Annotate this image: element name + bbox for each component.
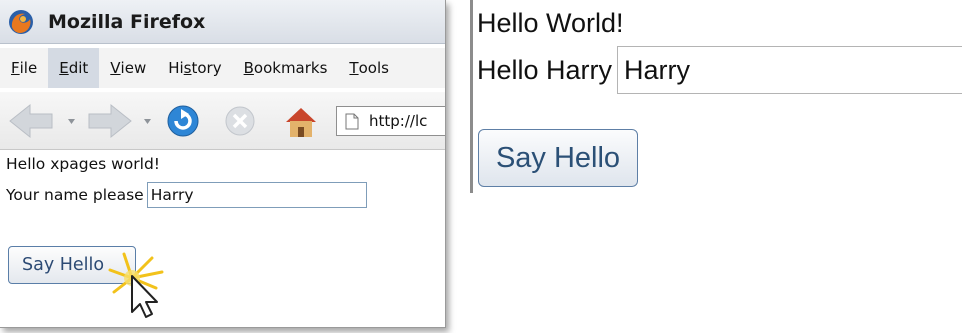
firefox-window: Mozilla Firefox File Edit View Hi s tory B…: [0, 0, 446, 328]
url-text: http://lc: [369, 112, 428, 130]
stop-icon[interactable]: [225, 106, 255, 136]
page-icon: [345, 113, 359, 129]
home-icon[interactable]: [286, 108, 316, 137]
menu-accelerator: E: [59, 59, 69, 77]
back-arrow-icon[interactable]: [9, 103, 53, 139]
menu-label-post: iew: [120, 59, 147, 77]
menu-accelerator: T: [349, 59, 359, 77]
forward-dropdown-icon[interactable]: [144, 119, 151, 124]
reload-icon[interactable]: [167, 105, 199, 137]
menu-edit[interactable]: Edit: [48, 48, 100, 88]
say-hello-button-large[interactable]: Say Hello: [478, 129, 638, 187]
menu-file[interactable]: File: [0, 48, 48, 88]
back-dropdown-icon[interactable]: [68, 119, 75, 124]
menu-accelerator: V: [110, 59, 121, 77]
menu-accelerator: F: [11, 59, 20, 77]
menu-accelerator: s: [183, 59, 192, 77]
menu-history[interactable]: Hi s tory: [157, 48, 232, 88]
hello-name-row: Hello Harry: [477, 46, 962, 94]
name-label: Your name please: [6, 186, 144, 204]
menu-label-post: ools: [358, 59, 389, 77]
divider: [470, 0, 473, 193]
menu-label-post: ile: [19, 59, 38, 77]
mouse-cursor-icon: [108, 252, 164, 318]
menu-label-post: tory: [191, 59, 222, 77]
window-title: Mozilla Firefox: [48, 10, 206, 33]
menu-bookmarks[interactable]: Bookmarks: [233, 48, 339, 88]
firefox-logo-icon: [9, 9, 33, 34]
forward-arrow-icon[interactable]: [88, 103, 132, 139]
hello-world-text: Hello World!: [477, 8, 624, 38]
menu-label-post: ookmarks: [253, 59, 328, 77]
hello-name-label: Hello Harry: [477, 54, 613, 85]
menu-view[interactable]: View: [99, 48, 157, 88]
name-row: Your name please: [6, 182, 367, 208]
menu-bar: File Edit View Hi s tory Bookmarks Tools: [0, 48, 445, 88]
menu-tools[interactable]: Tools: [338, 48, 400, 88]
menu-label-post: dit: [68, 59, 89, 77]
name-input[interactable]: [146, 182, 367, 208]
name-input-large[interactable]: [617, 46, 962, 94]
menu-label-pre: Hi: [168, 59, 184, 77]
greeting-text: Hello xpages world!: [6, 155, 160, 173]
url-bar[interactable]: http://lc: [336, 106, 445, 136]
title-bar: Mozilla Firefox: [0, 0, 445, 44]
menu-accelerator: B: [243, 59, 254, 77]
